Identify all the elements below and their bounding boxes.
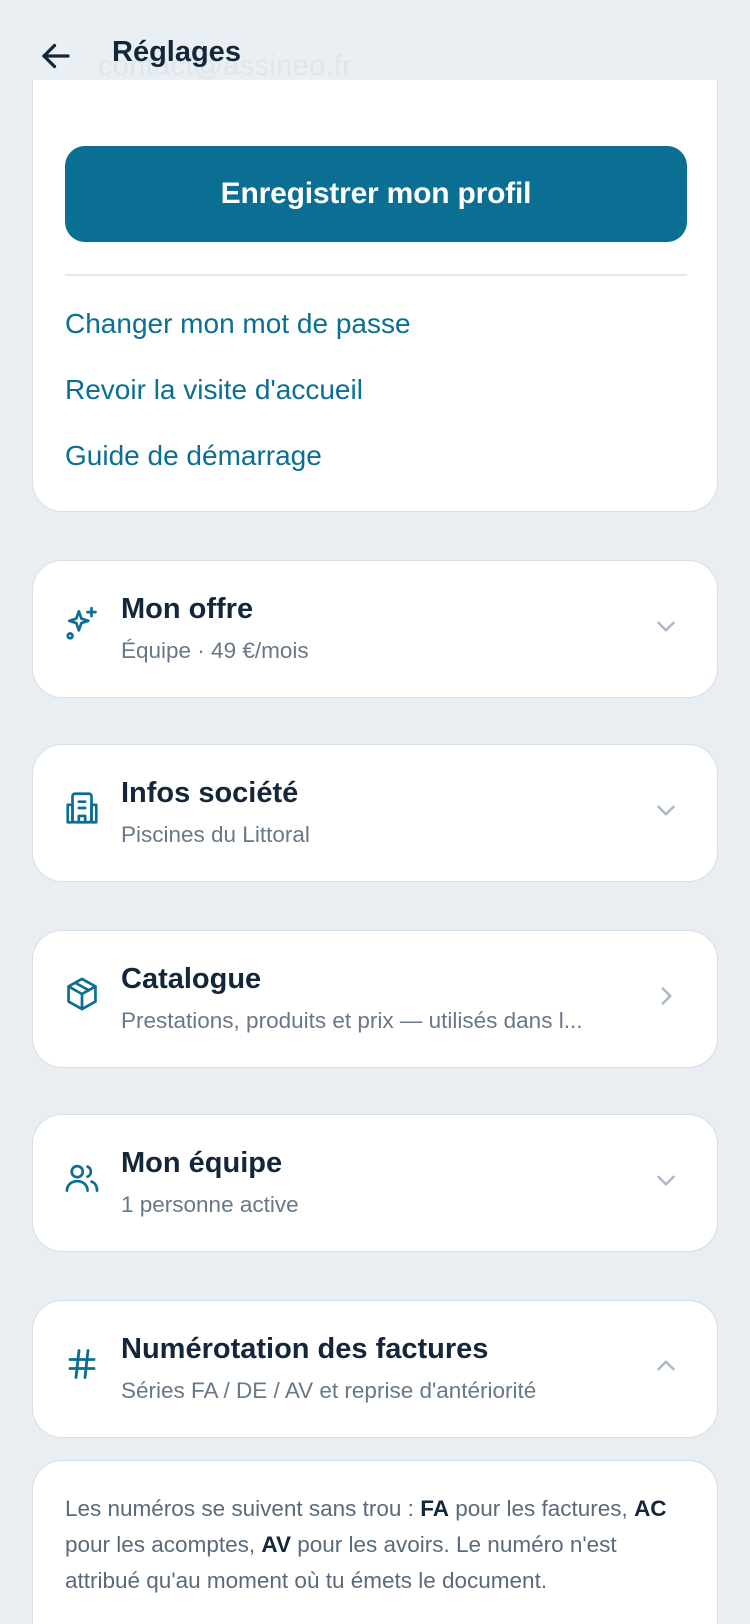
divider [65,274,687,276]
getting-started-guide-link[interactable]: Guide de démarrage [65,440,322,472]
section-catalog[interactable]: Catalogue Prestations, produits et prix … [32,930,718,1068]
chevron-down-icon [651,611,681,641]
package-icon [63,975,101,1013]
series-code-ac: AC [634,1496,667,1521]
info-intro: Les numéros se suivent sans trou : [65,1496,421,1521]
series-code-fa: FA [420,1496,449,1521]
section-subtitle: Séries FA / DE / AV et reprise d'antério… [121,1378,537,1403]
section-title: Numérotation des factures [121,1333,489,1365]
section-invoice-numbering[interactable]: Numérotation des factures Séries FA / DE… [32,1300,718,1438]
building-icon [63,789,101,827]
onboarding-tour-link[interactable]: Revoir la visite d'accueil [65,374,363,406]
info-fa-text: pour les factures, [448,1496,628,1521]
section-subtitle: Piscines du Littoral [121,822,310,847]
section-title: Mon équipe [121,1147,283,1179]
series-code-av: AV [261,1532,291,1557]
sparkles-icon [63,605,101,643]
section-subtitle: Équipe · 49 €/mois [121,638,309,663]
chevron-down-icon [651,795,681,825]
numbering-info-text: Les numéros se suivent sans trou : FA po… [65,1491,685,1599]
info-ac-text: pour les acomptes, [65,1532,262,1557]
hash-icon [63,1345,101,1383]
numbering-info-card: Les numéros se suivent sans trou : FA po… [32,1460,718,1624]
profile-card: Enregistrer mon profil Changer mon mot d… [32,80,718,512]
section-title: Mon offre [121,593,254,625]
section-title: Catalogue [121,963,262,995]
section-subtitle: Prestations, produits et prix — utilisés… [121,1008,583,1033]
arrow-left-icon [42,43,70,69]
section-team[interactable]: Mon équipe 1 personne active [32,1114,718,1252]
chevron-right-icon [651,981,681,1011]
back-button[interactable] [30,30,82,82]
save-profile-button[interactable]: Enregistrer mon profil [65,146,687,242]
change-password-link[interactable]: Changer mon mot de passe [65,308,411,340]
users-icon [63,1159,101,1197]
section-plan[interactable]: Mon offre Équipe · 49 €/mois [32,560,718,698]
chevron-up-icon [651,1351,681,1381]
section-subtitle: 1 personne active [121,1192,299,1217]
page-title: Réglages [112,36,241,68]
chevron-down-icon [651,1165,681,1195]
section-company-info[interactable]: Infos société Piscines du Littoral [32,744,718,882]
section-title: Infos société [121,777,299,809]
